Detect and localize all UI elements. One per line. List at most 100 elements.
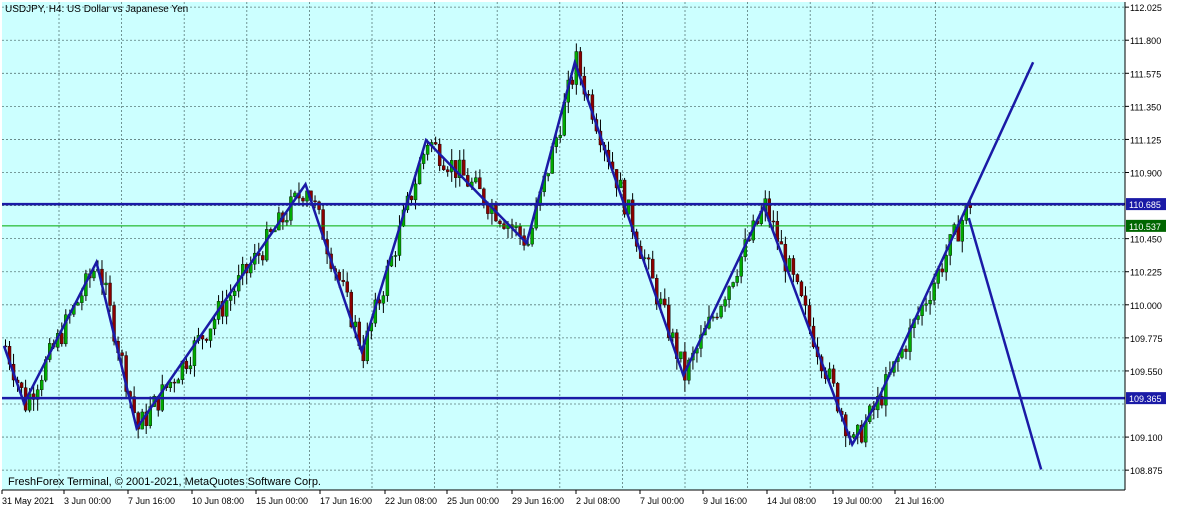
y-tick-label: 109.775 <box>1130 334 1163 344</box>
bear-candle <box>663 298 667 306</box>
bull-candle <box>176 379 181 384</box>
y-tick-label: 110.450 <box>1130 235 1162 245</box>
bull-candle <box>514 225 518 228</box>
bear-candle <box>715 316 719 319</box>
bull-candle <box>924 303 928 306</box>
y-tick-label: 112.025 <box>1130 3 1162 13</box>
chart-window[interactable]: 112.025 111.800 111.575 111.350 111.125 110.9… <box>0 0 1177 513</box>
bull-candle <box>928 300 932 305</box>
bull-candle <box>265 229 269 261</box>
x-tick-label: 29 Jun 16:00 <box>512 496 564 506</box>
bull-candle <box>558 135 562 138</box>
bull-candle <box>739 256 743 277</box>
bear-candle <box>301 197 305 202</box>
bear-candle <box>433 142 438 145</box>
copyright-text: FreshForex Terminal, © 2001-2021, MetaQu… <box>8 476 321 488</box>
y-tick-label: 108.875 <box>1130 466 1163 476</box>
bull-candle <box>735 275 739 283</box>
bear-candle <box>204 338 209 341</box>
bull-candle <box>719 305 723 318</box>
bull-candle <box>381 295 386 304</box>
bear-candle <box>478 177 482 190</box>
bull-candle <box>618 179 623 189</box>
bear-candle <box>779 241 784 245</box>
bear-candle <box>799 281 804 296</box>
bull-candle <box>393 255 398 257</box>
x-tick-label: 14 Jul 08:00 <box>767 496 816 506</box>
bull-candle <box>228 295 233 301</box>
bear-candle <box>462 159 466 176</box>
price-chart[interactable]: 112.025 111.800 111.575 111.350 111.125 110.9… <box>0 0 1177 513</box>
y-tick-label: 109.550 <box>1130 367 1163 377</box>
y-tick-label: 110.900 <box>1130 169 1162 179</box>
x-tick-label: 31 May 2021 <box>2 496 54 506</box>
bear-candle <box>120 352 124 356</box>
bear-candle <box>409 195 414 201</box>
bear-candle <box>261 255 265 261</box>
bear-candle <box>803 295 808 306</box>
x-tick-label: 3 Jun 00:00 <box>64 496 111 506</box>
y-tick-label: 111.800 <box>1130 36 1161 46</box>
bull-candle <box>671 332 675 338</box>
bull-candle <box>92 271 96 279</box>
bull-candle <box>727 286 731 300</box>
x-tick-label: 21 Jul 16:00 <box>895 496 944 506</box>
bull-candle <box>285 220 289 223</box>
bull-candle <box>80 295 84 303</box>
bear-candle <box>345 281 349 293</box>
plot-area <box>2 2 1125 490</box>
bull-candle <box>232 290 237 296</box>
bear-candle <box>108 282 112 306</box>
y-tick-label: 111.125 <box>1130 135 1161 145</box>
bear-candle <box>341 280 345 282</box>
y-tick-label: 110.000 <box>1130 301 1162 311</box>
bull-candle <box>546 173 550 177</box>
x-tick-label: 22 Jun 08:00 <box>385 496 437 506</box>
bear-candle <box>446 169 450 172</box>
bull-candle <box>224 300 229 317</box>
y-tick-label: 110.225 <box>1130 268 1162 278</box>
y-tick-label: 109.100 <box>1130 433 1163 443</box>
x-tick-label: 15 Jun 00:00 <box>256 496 308 506</box>
bear-candle <box>498 220 502 224</box>
bear-candle <box>19 382 24 388</box>
bull-candle <box>425 145 430 155</box>
bull-candle <box>474 177 478 183</box>
bull-candle <box>944 255 948 273</box>
bear-candle <box>647 257 651 260</box>
bear-candle <box>313 200 317 203</box>
bull-candle <box>212 319 217 330</box>
bear-candle <box>172 381 177 384</box>
bull-candle <box>932 283 936 301</box>
bear-candle <box>60 333 64 345</box>
bear-candle <box>651 258 655 279</box>
bear-candle <box>791 258 796 275</box>
bear-candle <box>570 79 575 85</box>
bull-candle <box>679 351 683 359</box>
bull-candle <box>659 298 663 305</box>
chart-title: USDJPY, H4: US Dollar vs Japanese Yen <box>5 4 189 15</box>
current-price-tag: 110.537 <box>1129 222 1161 232</box>
x-tick-label: 17 Jun 16:00 <box>320 496 372 506</box>
x-tick-label: 19 Jul 00:00 <box>833 496 882 506</box>
x-tick-label: 25 Jun 00:00 <box>447 496 499 506</box>
bear-candle <box>771 220 776 223</box>
x-tick-label: 10 Jun 08:00 <box>192 496 244 506</box>
bull-candle <box>731 282 735 287</box>
bear-candle <box>795 274 800 283</box>
resistance-price-tag: 110.685 <box>1129 200 1161 210</box>
x-tick-label: 7 Jun 16:00 <box>128 496 175 506</box>
bull-candle <box>960 220 964 242</box>
bear-candle <box>940 268 944 273</box>
bull-candle <box>852 434 856 438</box>
bull-candle <box>208 328 213 341</box>
bear-candle <box>831 368 836 384</box>
bear-candle <box>184 360 189 370</box>
bear-candle <box>441 165 446 170</box>
x-tick-label: 7 Jul 00:00 <box>640 496 684 506</box>
bull-candle <box>413 183 418 201</box>
support-price-tag: 109.365 <box>1129 394 1162 404</box>
bull-candle <box>723 299 727 307</box>
y-tick-label: 111.575 <box>1130 69 1161 79</box>
bull-candle <box>188 365 193 370</box>
